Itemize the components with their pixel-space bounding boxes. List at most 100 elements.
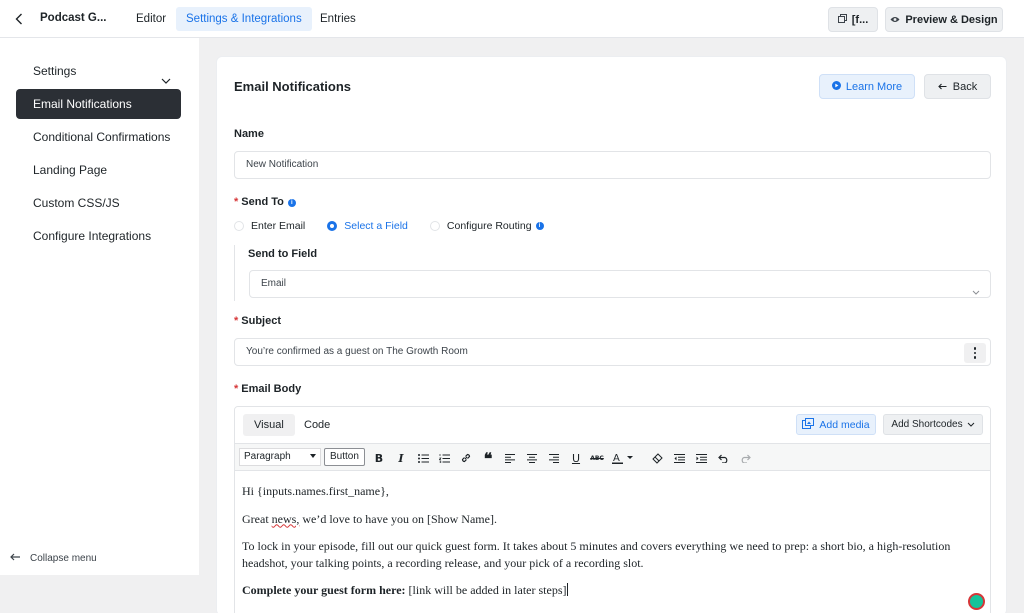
select-value: Email — [261, 278, 287, 289]
undo-icon[interactable] — [715, 450, 731, 466]
text-color-icon[interactable]: A — [611, 450, 637, 466]
radio-enter-email[interactable]: Enter Email — [234, 220, 305, 232]
preview-design-button[interactable]: Preview & Design — [885, 7, 1003, 32]
copy-shortcode-button[interactable]: [f... — [828, 7, 878, 32]
radio-circle — [234, 221, 244, 231]
preview-label: Preview & Design — [905, 13, 998, 26]
add-media-icon — [802, 417, 815, 432]
align-center-icon[interactable] — [524, 450, 540, 466]
bold-icon[interactable]: B — [371, 450, 387, 466]
outdent-icon[interactable] — [671, 450, 687, 466]
name-label: Name — [234, 128, 264, 140]
email-notifications-card: Email Notifications Learn More Back Name… — [216, 56, 1007, 613]
tab-settings-integrations[interactable]: Settings & Integrations — [176, 7, 312, 31]
chevron-down-icon — [967, 419, 975, 430]
align-left-icon[interactable] — [502, 450, 518, 466]
radio-circle — [429, 221, 440, 231]
play-circle-icon — [831, 80, 841, 93]
redo-icon[interactable] — [737, 450, 753, 466]
bold-text: Complete your guest form here: — [242, 583, 406, 597]
back-label: Back — [952, 80, 978, 93]
learn-more-label: Learn More — [845, 80, 903, 93]
svg-text:A: A — [613, 453, 620, 464]
eye-icon — [890, 14, 900, 26]
tab-code[interactable]: Code — [293, 414, 341, 436]
align-right-icon[interactable] — [546, 450, 562, 466]
body-paragraph-cta: Complete your guest form here: [link wil… — [242, 582, 985, 599]
send-to-text: Send To — [241, 196, 284, 208]
send-to-radio-group: Enter Email Select a Field Configure Rou… — [234, 219, 566, 233]
send-to-field-select[interactable]: Email — [249, 270, 991, 298]
clear-formatting-icon[interactable] — [649, 450, 665, 466]
collapse-menu-button[interactable]: Collapse menu — [10, 553, 97, 564]
radio-label: Configure Routing — [446, 220, 532, 232]
copy-icon — [837, 13, 847, 26]
text-cursor — [566, 583, 568, 596]
back-button[interactable]: Back — [924, 74, 991, 99]
collapse-menu-label: Collapse menu — [30, 553, 97, 564]
numbered-list-icon[interactable] — [436, 450, 452, 466]
bullet-list-icon[interactable] — [415, 450, 431, 466]
grammar-assistant-icon[interactable] — [968, 593, 985, 610]
top-bar: Podcast G... Editor Settings & Integrati… — [0, 0, 1024, 38]
format-select[interactable]: Paragraph — [239, 448, 321, 466]
editor-toolbar: Paragraph Button B I ❝ U ABC A — [235, 443, 990, 471]
info-icon[interactable]: i — [535, 222, 544, 230]
radio-select-a-field[interactable]: Select a Field — [327, 220, 408, 232]
shortcode-label: [f... — [851, 13, 869, 26]
sidebar-item-label: Settings — [33, 64, 77, 78]
chevron-down-icon — [972, 280, 980, 306]
indent-icon[interactable] — [693, 450, 709, 466]
format-select-value: Paragraph — [244, 451, 291, 462]
sidebar-item-landing-page[interactable]: Landing Page — [16, 155, 181, 185]
info-icon[interactable]: i — [287, 199, 296, 207]
send-to-label: * Send To i — [234, 196, 296, 208]
learn-more-button[interactable]: Learn More — [819, 74, 915, 99]
name-input[interactable]: New Notification — [234, 151, 991, 179]
email-body-label: * Email Body — [234, 383, 301, 395]
required-asterisk: * — [234, 315, 239, 327]
add-media-button[interactable]: Add media — [796, 414, 876, 435]
required-asterisk: * — [234, 196, 239, 208]
sidebar-item-custom-css-js[interactable]: Custom CSS/JS — [16, 188, 181, 218]
sidebar-item-email-notifications[interactable]: Email Notifications — [16, 89, 181, 119]
tab-visual[interactable]: Visual — [243, 414, 295, 436]
subject-input[interactable]: You’re confirmed as a guest on The Growt… — [234, 338, 991, 366]
strikethrough-icon[interactable]: ABC — [589, 450, 605, 466]
editor-content[interactable]: Hi {inputs.names.first_name}, Great news… — [235, 471, 990, 613]
misspelled-word: news, — [271, 511, 300, 526]
blockquote-icon[interactable]: ❝ — [480, 449, 496, 468]
add-shortcodes-button[interactable]: Add Shortcodes — [883, 414, 983, 435]
italic-icon[interactable]: I — [393, 450, 409, 466]
arrow-left-icon — [10, 553, 21, 564]
more-options-icon[interactable] — [964, 343, 986, 363]
radio-label: Select a Field — [344, 220, 408, 232]
underline-icon[interactable]: U — [568, 450, 584, 466]
editor-tab-bar: Visual Code Add media Add Shortcodes — [235, 407, 990, 443]
radio-configure-routing[interactable]: Configure Routing i — [429, 220, 544, 232]
radio-circle — [327, 221, 338, 231]
caret-down-icon — [310, 454, 316, 458]
chevron-left-icon[interactable] — [12, 11, 26, 27]
body-paragraph-intro: Great news, we’d love to have you on [Sh… — [242, 511, 985, 528]
text-span: [link will be added in later steps] — [405, 583, 567, 597]
email-body-text: Email Body — [241, 383, 302, 395]
page-title: Email Notifications — [234, 79, 352, 94]
body-paragraph-greeting: Hi {inputs.names.first_name}, — [242, 484, 389, 498]
send-to-field-group: Send to Field Email — [234, 245, 991, 301]
insert-button-button[interactable]: Button — [324, 448, 365, 466]
body-paragraph-details: To lock in your episode, fill out our qu… — [242, 539, 951, 570]
text-span: Great — [242, 511, 272, 526]
form-title[interactable]: Podcast G... — [40, 12, 106, 24]
sidebar-item-conditional-confirmations[interactable]: Conditional Confirmations — [16, 122, 181, 152]
sidebar-item-settings[interactable]: Settings — [16, 56, 181, 86]
link-icon[interactable] — [458, 450, 474, 466]
sidebar-item-configure-integrations[interactable]: Configure Integrations — [16, 221, 181, 251]
add-shortcodes-label: Add Shortcodes — [891, 419, 963, 430]
subject-text: Subject — [241, 315, 282, 327]
tab-entries[interactable]: Entries — [310, 7, 366, 31]
tab-editor[interactable]: Editor — [126, 7, 176, 31]
text-span: we’d love to have you on [Show Name]. — [299, 511, 497, 526]
radio-label: Enter Email — [251, 220, 306, 232]
add-media-label: Add media — [819, 418, 870, 431]
